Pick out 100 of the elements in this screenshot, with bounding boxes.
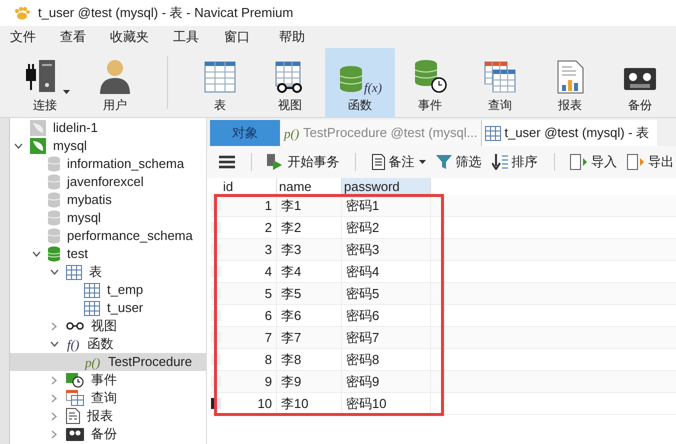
tree-item[interactable]: 视图 (10, 317, 206, 335)
tree-item[interactable]: test (10, 245, 206, 263)
toolbar-table-button[interactable]: 表 (185, 48, 255, 117)
column-header[interactable]: id (221, 178, 277, 195)
tree-item[interactable]: mysql (10, 137, 206, 155)
tree-item[interactable]: 事件 (10, 371, 206, 389)
tree-item[interactable]: performance_schema (10, 227, 206, 245)
toolbar-button[interactable]: 备注 (370, 150, 428, 174)
toolbar-function-button[interactable]: f(x) 函数 (325, 48, 395, 117)
document-icon (66, 408, 80, 424)
tree-item[interactable]: 备份 (10, 425, 206, 443)
report-chart-icon (555, 60, 585, 94)
database-clock-icon (412, 58, 448, 94)
window-title: t_user @test (mysql) - 表 - Navicat Premium (38, 4, 294, 22)
table-grid-icon (485, 126, 502, 140)
sort-icon (492, 154, 508, 170)
table-cell: 密码2 (342, 217, 431, 238)
table-cell: 7 (221, 327, 277, 348)
table-cell: 3 (221, 239, 277, 260)
table-cell: 9 (221, 371, 277, 392)
toolbar-query-button[interactable]: 查询 (465, 48, 535, 117)
column-header[interactable]: name (277, 178, 342, 195)
paw-logo-icon (14, 6, 30, 20)
column-header[interactable]: password (342, 178, 431, 195)
table-cell: 1 (221, 195, 277, 216)
tree-item[interactable]: mybatis (10, 191, 206, 209)
caret-icon (62, 90, 70, 94)
toolbar-backup-button[interactable]: 备份 (605, 48, 675, 117)
table-cell: 李4 (277, 261, 342, 282)
expanded-chevron-icon (50, 269, 58, 275)
tree-item[interactable]: information_schema (10, 155, 206, 173)
procedure-p-icon: p() (283, 126, 300, 140)
database-icon (48, 210, 60, 226)
table-clock-icon (66, 372, 84, 388)
table-cell: 10 (221, 393, 277, 414)
table-cell: 李1 (277, 195, 342, 216)
database-icon (48, 246, 60, 262)
toolbar-button[interactable]: 排序 (490, 150, 540, 174)
table-grid-icon (203, 60, 237, 94)
menu-item[interactable]: 收藏夹 (106, 27, 169, 47)
table-cell: 密码8 (342, 349, 431, 370)
expanded-chevron-icon (50, 341, 58, 347)
tree-item[interactable]: mysql (10, 209, 206, 227)
menu-item[interactable]: 工具 (169, 27, 220, 47)
tab[interactable]: t_user @test (mysql) - 表 (482, 120, 658, 146)
toolbar-user-button[interactable]: 用户 (80, 48, 150, 117)
collapsed-chevron-icon (51, 322, 57, 330)
expanded-chevron-icon (32, 251, 40, 257)
table-cell: 密码9 (342, 371, 431, 392)
toolbar-connect-button[interactable]: 连接 (10, 48, 80, 117)
hamburger-menu-icon (219, 155, 235, 169)
toolbar-view-button[interactable]: 视图 (255, 48, 325, 117)
export-arrow-icon (626, 154, 644, 170)
table-cell: 李10 (277, 393, 342, 414)
menu-item[interactable]: 文件 (6, 27, 56, 47)
table-cell: 李6 (277, 305, 342, 326)
table-cell: 5 (221, 283, 277, 304)
tree-item[interactable]: 查询 (10, 389, 206, 407)
table-cell: 李9 (277, 371, 342, 392)
document-icon (372, 154, 385, 170)
tree-item[interactable]: t_user (10, 299, 206, 317)
table-cell: 密码5 (342, 283, 431, 304)
menu-item[interactable]: 查看 (56, 27, 106, 47)
tab[interactable]: p() TestProcedure @test (mysql... (280, 120, 482, 146)
procedure-p-icon: p() (84, 356, 102, 368)
table-cell: 4 (221, 261, 277, 282)
user-silhouette-icon (97, 58, 133, 94)
function-f-icon: f(x) (362, 81, 384, 94)
table-cell: 8 (221, 349, 277, 370)
table-cell: 密码3 (342, 239, 431, 260)
tree-item[interactable]: 表 (10, 263, 206, 281)
tree-item[interactable]: t_emp (10, 281, 206, 299)
expanded-chevron-icon (14, 143, 22, 149)
toolbar-button[interactable]: 筛选 (434, 150, 484, 174)
toolbar-button[interactable]: 开始事务 (265, 150, 342, 174)
tree-item[interactable]: lidelin-1 (10, 119, 206, 137)
table-cell: 密码7 (342, 327, 431, 348)
toolbar-report-button[interactable]: 报表 (535, 48, 605, 117)
table-cell: 李8 (277, 349, 342, 370)
database-icon (48, 192, 60, 208)
toolbar-button[interactable]: 导出 (624, 150, 676, 174)
tree-item[interactable]: f() 函数 (10, 335, 206, 353)
table-cell: 李7 (277, 327, 342, 348)
table-grid-icon (66, 264, 82, 280)
table-cell: 李3 (277, 239, 342, 260)
menu-item[interactable]: 帮助 (275, 27, 325, 47)
toolbar-button[interactable]: 导入 (568, 150, 619, 174)
database-icon (48, 156, 60, 172)
glasses-icon (66, 322, 84, 330)
tree-item[interactable]: javenforexcel (10, 173, 206, 191)
table-cell: 密码6 (342, 305, 431, 326)
table-cell: 李2 (277, 217, 342, 238)
toolbar-event-button[interactable]: 事件 (395, 48, 465, 117)
tree-item[interactable]: p() TestProcedure (10, 353, 206, 371)
table-cell: 2 (221, 217, 277, 238)
leaf-square-icon (30, 120, 46, 136)
menu-item[interactable]: 窗口 (220, 27, 275, 47)
tree-item[interactable]: 报表 (10, 407, 206, 425)
import-arrow-icon (570, 154, 587, 170)
function-f-icon: f() (66, 338, 80, 350)
